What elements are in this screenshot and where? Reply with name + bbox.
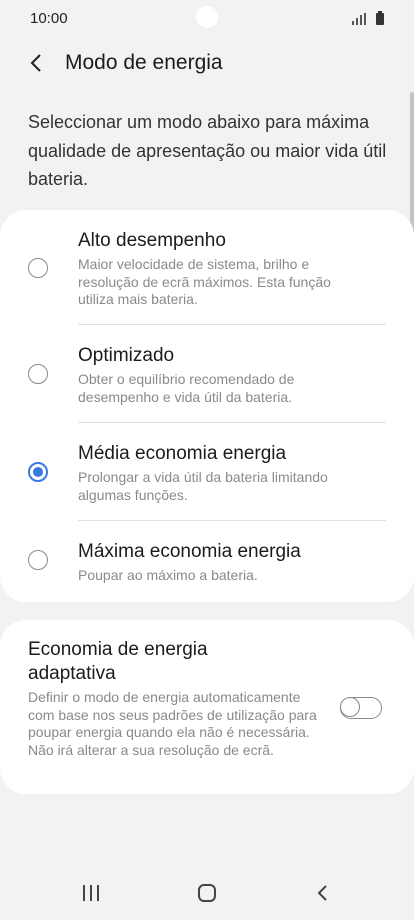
adaptive-title: Economia de energia adaptativa — [28, 639, 208, 684]
divider — [78, 324, 386, 325]
status-bar: 10:00 — [0, 0, 414, 38]
mode-option-high-performance[interactable]: Alto desempenho Maior velocidade de sist… — [0, 228, 414, 328]
divider — [78, 520, 386, 521]
back-arrow-icon[interactable] — [26, 52, 48, 74]
adaptive-description: Definir o modo de energia automaticament… — [28, 689, 317, 758]
mode-title: Média economia energia — [78, 443, 287, 464]
radio-button[interactable] — [28, 364, 48, 384]
mode-title: Máxima economia energia — [78, 541, 301, 562]
mode-description: Obter o equilíbrio recomendado de desemp… — [78, 371, 295, 405]
signal-icon — [352, 13, 366, 25]
radio-button[interactable] — [28, 550, 48, 570]
page-title: Modo de energia — [65, 51, 223, 74]
mode-title: Alto desempenho — [78, 230, 226, 251]
mode-description: Poupar ao máximo a bateria. — [78, 567, 258, 583]
radio-button-selected[interactable] — [28, 462, 48, 482]
mode-description: Maior velocidade de sistema, brilho e re… — [78, 256, 331, 307]
navigation-bar — [0, 866, 414, 920]
divider — [78, 422, 386, 423]
adaptive-power-saving-card[interactable]: Economia de energia adaptativa Definir o… — [0, 620, 414, 794]
mode-option-medium-saving[interactable]: Média economia energia Prolongar a vida … — [0, 441, 414, 521]
recents-icon[interactable] — [71, 878, 111, 908]
camera-cutout — [196, 6, 218, 28]
battery-icon — [376, 11, 384, 25]
header: Modo de energia — [0, 44, 414, 84]
mode-option-optimized[interactable]: Optimizado Obter o equilíbrio recomendad… — [0, 343, 414, 423]
mode-description: Prolongar a vida útil da bateria limitan… — [78, 469, 328, 503]
nav-back-icon[interactable] — [302, 878, 342, 908]
radio-button[interactable] — [28, 258, 48, 278]
adaptive-toggle[interactable] — [340, 697, 382, 719]
home-icon[interactable] — [187, 878, 227, 908]
mode-option-max-saving[interactable]: Máxima economia energia Poupar ao máximo… — [0, 539, 414, 589]
power-mode-list: Alto desempenho Maior velocidade de sist… — [0, 210, 414, 602]
mode-title: Optimizado — [78, 345, 175, 366]
toggle-knob — [340, 697, 360, 717]
status-time: 10:00 — [30, 10, 68, 27]
page-description: Seleccionar um modo abaixo para máxima q… — [28, 112, 387, 189]
